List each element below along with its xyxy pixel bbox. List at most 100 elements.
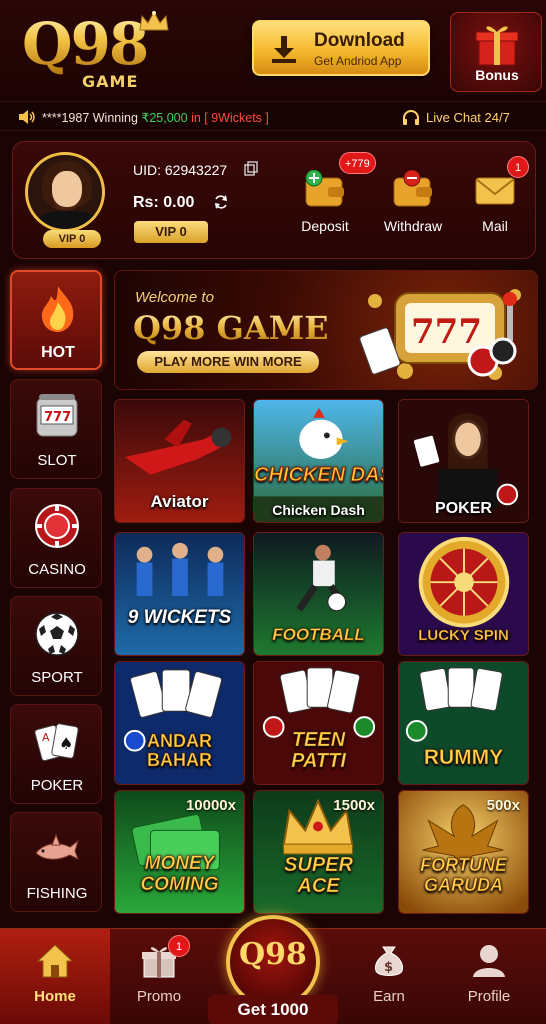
game-title: Aviator bbox=[150, 492, 209, 511]
game-title: POKER bbox=[435, 500, 492, 517]
game-title: FOOTBALL bbox=[272, 625, 365, 645]
sidebar-item-poker[interactable]: ♠ A POKER bbox=[10, 704, 102, 804]
sidebar-item-sport[interactable]: SPORT bbox=[10, 596, 102, 696]
multiplier-badge: 10000x bbox=[185, 797, 236, 814]
game-title: MONEY COMING bbox=[140, 853, 219, 896]
sidebar-item-casino[interactable]: CASINO bbox=[10, 488, 102, 588]
cricket-art bbox=[115, 533, 244, 655]
avatar-vip-tag: VIP 0 bbox=[43, 230, 101, 248]
nav-profile-label: Profile bbox=[467, 988, 511, 1005]
sidebar-item-slot[interactable]: 777 SLOT bbox=[10, 379, 102, 479]
vip-button[interactable]: VIP 0 bbox=[134, 221, 208, 243]
download-icon bbox=[272, 36, 296, 63]
soccer-ball-icon bbox=[35, 612, 79, 656]
game-card-super-ace[interactable]: 1500x SUPER ACE bbox=[253, 790, 384, 914]
deposit-badge: +779 bbox=[339, 152, 376, 174]
home-icon bbox=[36, 944, 74, 978]
game-card-poker[interactable]: POKER bbox=[398, 399, 529, 523]
nav-promo[interactable]: Promo bbox=[104, 929, 214, 1024]
nav-earn-label: Earn bbox=[373, 988, 405, 1005]
game-card-money-coming[interactable]: 10000x MONEY COMING bbox=[114, 790, 245, 914]
game-card-9-wickets[interactable]: 9 WICKETS bbox=[114, 532, 245, 656]
multiplier-badge: 1500x bbox=[333, 797, 375, 814]
fire-icon bbox=[41, 286, 74, 332]
casino-chip-icon bbox=[35, 504, 79, 548]
svg-text:$: $ bbox=[384, 960, 393, 975]
game-card-andar-bahar[interactable]: ANDAR BAHAR bbox=[114, 661, 245, 785]
slot-reels-text: 777 bbox=[411, 312, 482, 352]
sidebar-item-hot[interactable]: HOT bbox=[10, 270, 102, 370]
avatar-face bbox=[52, 171, 82, 207]
money-bag-icon: $ bbox=[375, 946, 403, 976]
svg-text:♠: ♠ bbox=[59, 734, 73, 753]
refresh-icon[interactable] bbox=[213, 194, 229, 210]
playing-cards-icon: ♠ A bbox=[34, 723, 79, 762]
game-title: ANDAR BAHAR bbox=[147, 731, 213, 770]
game-card-aviator[interactable]: Aviator bbox=[114, 399, 245, 523]
sidebar-item-label: HOT bbox=[41, 344, 75, 361]
game-title: 9 WICKETS bbox=[127, 607, 232, 628]
game-title: Chicken Dash bbox=[272, 502, 365, 518]
mail-label: Mail bbox=[482, 218, 508, 234]
sidebar-item-label: SPORT bbox=[31, 669, 83, 686]
mail-icon bbox=[475, 177, 515, 205]
game-card-football[interactable]: FOOTBALL bbox=[253, 532, 384, 656]
ticker-user: ****1987 Winning bbox=[42, 111, 138, 125]
get-1000-label[interactable]: Get 1000 bbox=[208, 995, 338, 1024]
sidebar-item-label: POKER bbox=[30, 777, 84, 794]
game-card-fortune-garuda[interactable]: 500x FORTUNE GARUDA bbox=[398, 790, 529, 914]
promo-badge: 1 bbox=[168, 935, 190, 957]
nav-earn[interactable]: $ Earn bbox=[334, 929, 444, 1024]
game-title: FORTUNE GARUDA bbox=[420, 855, 507, 896]
q98-logo[interactable]: Q98 GAME bbox=[22, 8, 172, 92]
download-subtitle: Get Andriod App bbox=[314, 54, 402, 68]
game-card-teen-patti[interactable]: TEEN PATTI bbox=[253, 661, 384, 785]
download-app-button[interactable]: Download Get Andriod App bbox=[252, 20, 430, 76]
svg-text:777: 777 bbox=[44, 410, 71, 425]
game-card-rummy[interactable]: RUMMY bbox=[398, 661, 529, 785]
game-title: SUPER ACE bbox=[284, 854, 354, 897]
ticker-message: ****1987 Winning ₹25,000 in [ 9Wickets ] bbox=[42, 110, 269, 125]
balance: Rs: 0.00 bbox=[133, 194, 195, 211]
banner-title: Q98 GAME bbox=[133, 309, 329, 347]
nav-home[interactable]: Home bbox=[0, 929, 110, 1024]
speaker-icon bbox=[19, 110, 35, 124]
bonus-label: Bonus bbox=[475, 67, 519, 83]
nav-promo-label: Promo bbox=[136, 988, 182, 1005]
winning-ticker: ****1987 Winning ₹25,000 in [ 9Wickets ]… bbox=[0, 101, 546, 131]
nav-home-label: Home bbox=[34, 988, 76, 1005]
center-logo: Q98 bbox=[239, 937, 307, 972]
account-panel: VIP 0 UID: 62943227 Rs: 0.00 VIP 0 Depos… bbox=[12, 141, 536, 259]
game-card-chicken-dash[interactable]: CHICKEN DASH Chicken Dash bbox=[253, 399, 384, 523]
crown-icon bbox=[139, 10, 169, 31]
sidebar-item-fishing[interactable]: FISHING bbox=[10, 812, 102, 912]
sidebar-item-label: FISHING bbox=[26, 885, 88, 902]
download-title: Download bbox=[314, 30, 405, 51]
nav-profile[interactable]: Profile bbox=[434, 929, 544, 1024]
headset-icon bbox=[403, 110, 419, 125]
avatar-body bbox=[36, 211, 100, 229]
slot-machine-icon: 777 bbox=[36, 394, 78, 437]
copy-icon[interactable] bbox=[244, 161, 258, 176]
avatar[interactable] bbox=[25, 152, 105, 232]
sidebar-item-label: CASINO bbox=[28, 561, 86, 578]
banner-tagline: PLAY MORE WIN MORE bbox=[137, 351, 319, 373]
chicken-dash-logo: CHICKEN DASH bbox=[254, 464, 383, 487]
mail-badge: 1 bbox=[507, 156, 529, 178]
top-header: Q98 GAME Download Get Andriod App Bonus bbox=[0, 0, 546, 100]
logo-subtitle: GAME bbox=[82, 72, 139, 91]
multiplier-badge: 500x bbox=[486, 797, 520, 814]
slot-machine-art: 777 bbox=[359, 289, 521, 380]
bonus-button[interactable]: Bonus bbox=[450, 12, 542, 92]
welcome-banner[interactable]: Welcome to Q98 GAME PLAY MORE WIN MORE 7… bbox=[114, 270, 538, 390]
withdraw-button[interactable]: Withdraw bbox=[373, 162, 453, 242]
ticker-in: in bbox=[191, 111, 201, 125]
shark-icon bbox=[35, 833, 79, 861]
user-icon bbox=[473, 945, 505, 977]
bottom-navigation: Home Promo 1 Q98 Get 1000 $ Earn Profile bbox=[0, 915, 546, 1024]
sidebar-item-label: SLOT bbox=[37, 452, 77, 469]
game-title: TEEN PATTI bbox=[291, 729, 346, 772]
deposit-label: Deposit bbox=[301, 218, 349, 234]
game-card-lucky-spin[interactable]: LUCKY SPIN bbox=[398, 532, 529, 656]
logo-text: Q98 bbox=[22, 10, 149, 78]
